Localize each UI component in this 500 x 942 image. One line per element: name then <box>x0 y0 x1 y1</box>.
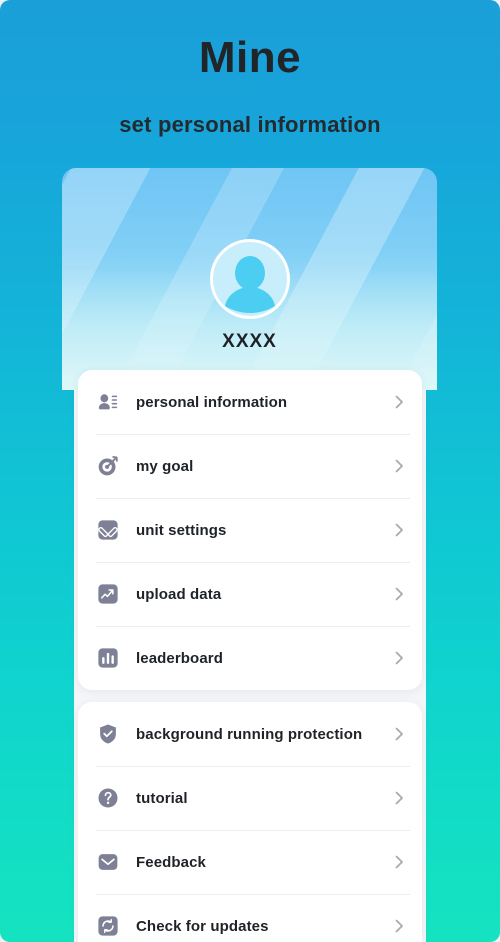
menu-item-upload-data[interactable]: upload data <box>78 562 422 626</box>
menu-card-primary: personal information my goal unit settin… <box>78 370 422 690</box>
menu-item-label: my goal <box>136 457 194 475</box>
contact-card-icon <box>96 390 120 414</box>
question-circle-icon <box>96 786 120 810</box>
avatar[interactable] <box>209 239 290 319</box>
menu-item-tutorial[interactable]: tutorial <box>78 766 422 830</box>
menu-item-label: tutorial <box>136 789 188 807</box>
app-screen: Mine set personal information XXXX perso… <box>0 0 500 942</box>
menu-item-unit-settings[interactable]: unit settings <box>78 498 422 562</box>
target-icon <box>96 454 120 478</box>
chevron-right-icon <box>392 855 406 869</box>
ruler-pencil-icon <box>96 518 120 542</box>
chevron-right-icon <box>392 523 406 537</box>
menu-item-label: leaderboard <box>136 649 223 667</box>
menu-item-check-for-updates[interactable]: Check for updates <box>78 894 422 942</box>
chevron-right-icon <box>392 587 406 601</box>
profile-header-card: XXXX <box>62 168 437 390</box>
menu-item-my-goal[interactable]: my goal <box>78 434 422 498</box>
chevron-right-icon <box>392 791 406 805</box>
chevron-right-icon <box>392 395 406 409</box>
chevron-right-icon <box>392 651 406 665</box>
menu-item-background-running-protection[interactable]: background running protection <box>78 702 422 766</box>
menu-item-label: Check for updates <box>136 917 269 935</box>
shield-check-icon <box>96 722 120 746</box>
chevron-right-icon <box>392 727 406 741</box>
page-subtitle: set personal information <box>119 112 381 137</box>
envelope-icon <box>96 850 120 874</box>
refresh-icon <box>96 914 120 938</box>
avatar-name: XXXX <box>222 331 277 352</box>
chevron-right-icon <box>392 919 406 933</box>
menu-item-label: personal information <box>136 393 288 411</box>
chevron-right-icon <box>392 459 406 473</box>
menu-item-leaderboard[interactable]: leaderboard <box>78 626 422 690</box>
menu-item-personal-information[interactable]: personal information <box>78 370 422 434</box>
menu-item-label: unit settings <box>136 521 227 539</box>
bar-chart-icon <box>96 646 120 670</box>
menu-item-label: background running protection <box>136 725 363 743</box>
page-title: Mine <box>198 33 302 82</box>
menu-card-secondary: background running protection tutorial F… <box>78 702 422 942</box>
menu-item-label: Feedback <box>136 853 206 871</box>
menu-item-label: upload data <box>136 585 222 603</box>
trend-up-icon <box>96 582 120 606</box>
menu-item-feedback[interactable]: Feedback <box>78 830 422 894</box>
